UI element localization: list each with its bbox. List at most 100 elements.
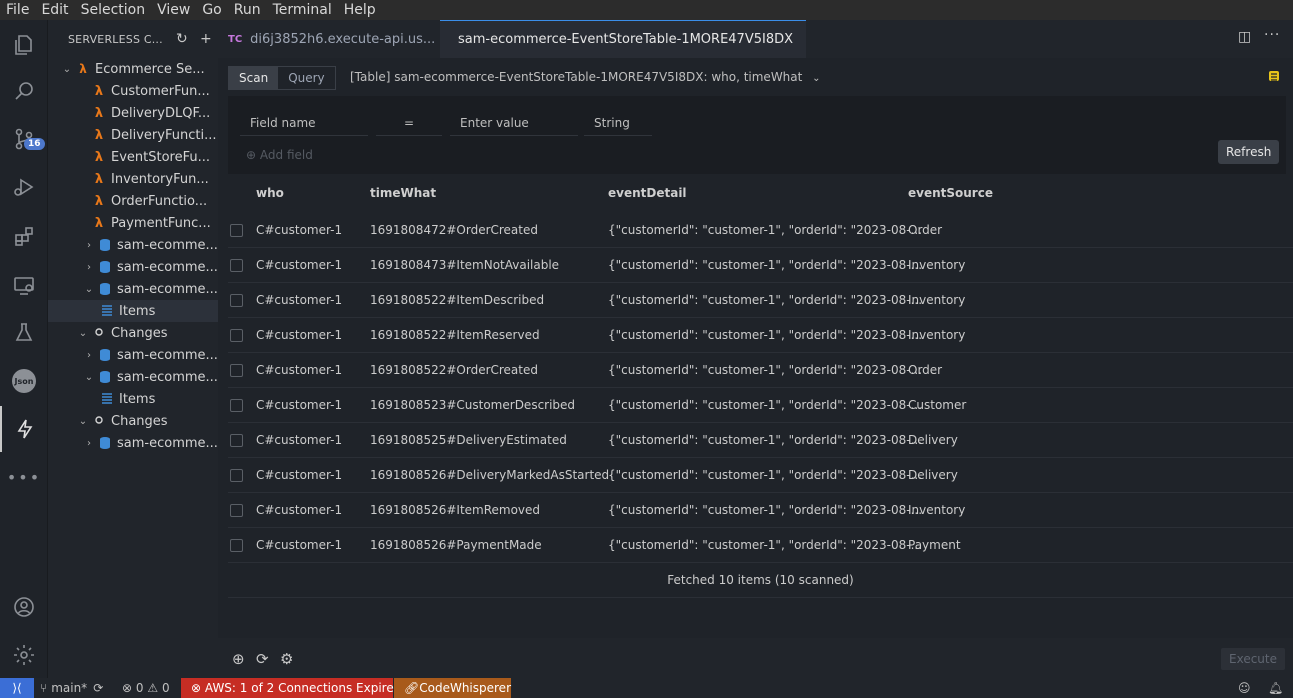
row-checkbox[interactable] <box>230 399 243 412</box>
problems-indicator[interactable]: ⊗ 0 ⚠ 0 <box>122 678 170 698</box>
table-row[interactable]: C#customer-1 1691808522#OrderCreated {"cus… <box>228 353 1293 388</box>
close-icon[interactable]: × <box>805 30 806 49</box>
json-icon[interactable]: Json <box>0 358 48 404</box>
chevron-right-icon[interactable]: › <box>82 262 96 273</box>
plus-icon[interactable]: + <box>194 31 218 47</box>
operator-select[interactable]: = <box>376 110 442 136</box>
tree-item-label: sam-ecomme... <box>117 259 218 275</box>
run-debug-icon[interactable] <box>0 164 48 210</box>
chevron-down-icon[interactable]: ⌄ <box>76 328 90 339</box>
menu-item-file[interactable]: File <box>6 2 29 18</box>
table-row[interactable]: C#customer-1 1691808526#PaymentMade {"cust… <box>228 528 1293 563</box>
table-row[interactable]: C#customer-1 1691808522#ItemDescribed {"cu… <box>228 283 1293 318</box>
tree-item-lambda[interactable]: λ CustomerFun... <box>48 80 218 102</box>
dynamodb-table-icon <box>96 348 114 362</box>
tree-item-app[interactable]: ⌄ λ Ecommerce Se... <box>48 58 218 80</box>
settings-icon[interactable]: ⚙ <box>280 650 293 668</box>
tree-item-table[interactable]: › sam-ecomme... <box>48 234 218 256</box>
tab-event-store-table[interactable]: sam-ecommerce-EventStoreTable-1MORE47V5I… <box>440 20 806 58</box>
amazon-q-icon[interactable] <box>1266 68 1282 84</box>
menu-item-selection[interactable]: Selection <box>81 2 146 18</box>
search-icon[interactable] <box>0 68 48 114</box>
aws-toolkit-icon[interactable] <box>0 406 48 452</box>
source-control-icon[interactable]: 16 <box>0 116 48 162</box>
notifications-bell-icon[interactable]: 🔔︎ <box>1268 678 1283 698</box>
tree-item-lambda[interactable]: λ DeliveryFuncti... <box>48 124 218 146</box>
table-selector[interactable]: [Table] sam-ecommerce-EventStoreTable-1M… <box>350 70 821 84</box>
tree-item-lambda[interactable]: λ InventoryFun... <box>48 168 218 190</box>
row-checkbox[interactable] <box>230 294 243 307</box>
type-select[interactable]: String <box>584 110 652 136</box>
settings-gear-icon[interactable] <box>0 632 48 678</box>
more-icon[interactable]: ••• <box>0 454 48 500</box>
split-editor-icon[interactable]: ◫ <box>1238 29 1251 45</box>
testing-flask-icon[interactable] <box>0 310 48 356</box>
aws-connection-status[interactable]: ⊗ AWS: 1 of 2 Connections Expired <box>181 678 401 698</box>
chevron-down-icon[interactable]: ⌄ <box>60 64 74 75</box>
tree-item-lambda[interactable]: λ PaymentFunc... <box>48 212 218 234</box>
refresh-button[interactable]: Refresh <box>1218 140 1280 164</box>
tree-item-changes[interactable]: ⌄ Changes <box>48 410 218 432</box>
menu-item-help[interactable]: Help <box>344 2 376 18</box>
explorer-icon[interactable] <box>0 22 48 68</box>
extensions-icon[interactable] <box>0 214 48 260</box>
row-checkbox[interactable] <box>230 364 243 377</box>
tree-item-lambda[interactable]: λ EventStoreFu... <box>48 146 218 168</box>
remote-indicator-icon[interactable]: ⟩⟨ <box>0 678 34 698</box>
chevron-right-icon[interactable]: › <box>82 240 96 251</box>
tree-item-items[interactable]: Items <box>48 300 218 322</box>
execute-button[interactable]: Execute <box>1221 648 1285 670</box>
add-field-button[interactable]: ⊕ Add field <box>246 148 313 162</box>
tree-item-table[interactable]: ⌄ sam-ecomme... <box>48 278 218 300</box>
table-row[interactable]: C#customer-1 1691808525#DeliveryEstimated… <box>228 423 1293 458</box>
more-actions-icon[interactable]: ··· <box>1264 27 1280 43</box>
row-checkbox[interactable] <box>230 259 243 272</box>
chevron-right-icon[interactable]: › <box>82 350 96 361</box>
tree-item-lambda[interactable]: λ DeliveryDLQF... <box>48 102 218 124</box>
table-row[interactable]: C#customer-1 1691808526#ItemRemoved {"cust… <box>228 493 1293 528</box>
row-checkbox[interactable] <box>230 224 243 237</box>
remote-explorer-icon[interactable] <box>0 262 48 308</box>
row-checkbox[interactable] <box>230 504 243 517</box>
chevron-down-icon[interactable]: ⌄ <box>82 372 96 383</box>
menu-item-go[interactable]: Go <box>202 2 221 18</box>
lambda-icon: λ <box>94 193 104 209</box>
table-row[interactable]: C#customer-1 1691808472#OrderCreated {"cus… <box>228 213 1293 248</box>
table-row[interactable]: C#customer-1 1691808473#ItemNotAvailable {… <box>228 248 1293 283</box>
menu-item-view[interactable]: View <box>157 2 190 18</box>
tree-item-table[interactable]: › sam-ecomme... <box>48 344 218 366</box>
table-row[interactable]: C#customer-1 1691808523#CustomerDescribed… <box>228 388 1293 423</box>
account-icon[interactable] <box>0 584 48 630</box>
row-checkbox[interactable] <box>230 539 243 552</box>
tree-item-label: sam-ecomme... <box>117 237 218 253</box>
menu-item-terminal[interactable]: Terminal <box>273 2 332 18</box>
chevron-down-icon[interactable]: ⌄ <box>82 284 96 295</box>
feedback-icon[interactable]: ☺ <box>1238 678 1251 698</box>
tree-item-table[interactable]: › sam-ecomme... <box>48 256 218 278</box>
tree-item-table[interactable]: ⌄ sam-ecomme... <box>48 366 218 388</box>
add-circle-icon[interactable]: ⊕ <box>232 650 245 668</box>
codewhisperer-status[interactable]: 🔗︎ CodeWhisperer <box>394 678 511 698</box>
row-checkbox[interactable] <box>230 329 243 342</box>
dynamodb-table-icon <box>96 436 114 450</box>
field-name-input[interactable]: Field name <box>240 110 368 136</box>
menu-item-run[interactable]: Run <box>234 2 261 18</box>
table-row[interactable]: C#customer-1 1691808526#DeliveryMarkedAsS… <box>228 458 1293 493</box>
scan-button[interactable]: Scan <box>229 67 279 89</box>
value-input[interactable]: Enter value <box>450 110 578 136</box>
tree-item-items[interactable]: Items <box>48 388 218 410</box>
refresh-icon[interactable]: ↻ <box>170 31 194 47</box>
tab-api[interactable]: TC di6j3852h6.execute-api.us... <box>218 20 440 58</box>
tree-item-changes[interactable]: ⌄ Changes <box>48 322 218 344</box>
menu-item-edit[interactable]: Edit <box>41 2 68 18</box>
table-row[interactable]: C#customer-1 1691808522#ItemReserved {"cus… <box>228 318 1293 353</box>
chevron-down-icon[interactable]: ⌄ <box>76 416 90 427</box>
query-button[interactable]: Query <box>278 67 334 89</box>
row-checkbox[interactable] <box>230 469 243 482</box>
branch-indicator[interactable]: ⑂ main* ⟳ <box>40 678 103 698</box>
tree-item-table[interactable]: › sam-ecomme... <box>48 432 218 454</box>
chevron-right-icon[interactable]: › <box>82 438 96 449</box>
tree-item-lambda[interactable]: λ OrderFunctio... <box>48 190 218 212</box>
row-checkbox[interactable] <box>230 434 243 447</box>
refresh-circle-icon[interactable]: ⟳ <box>256 650 269 668</box>
